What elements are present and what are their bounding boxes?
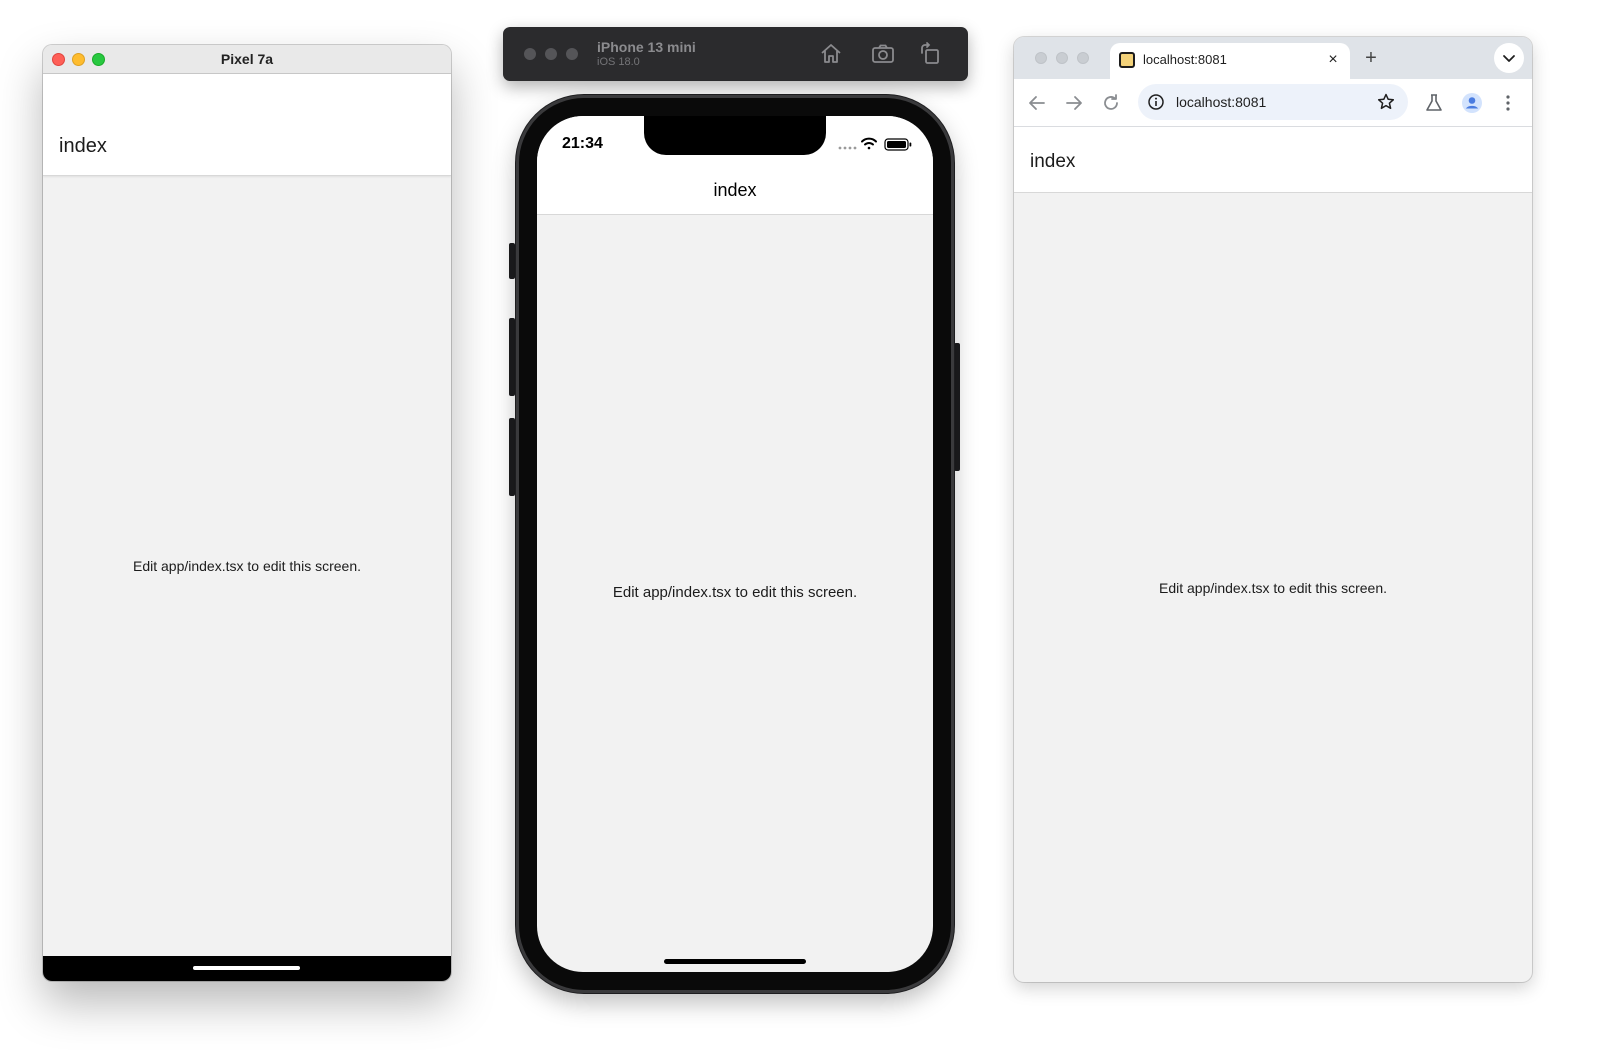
android-navigation-bar: [43, 956, 451, 981]
forward-icon[interactable]: [1062, 91, 1086, 115]
iphone-notch: [644, 116, 826, 155]
signal-dots-icon: [838, 146, 857, 150]
web-app-header: index: [1014, 127, 1532, 193]
iphone-screen: 21:34 index Edit app/index.tsx to edit t…: [537, 116, 933, 972]
browser-tab[interactable]: localhost:8081 ×: [1110, 43, 1350, 79]
simulator-os-version: iOS 18.0: [597, 56, 640, 68]
chrome-tab-strip: localhost:8081 × +: [1014, 37, 1532, 79]
android-window-title: Pixel 7a: [220, 51, 274, 67]
ios-status-icons: [837, 136, 921, 152]
web-body-text: Edit app/index.tsx to edit this screen.: [1158, 580, 1387, 596]
tab-search-icon[interactable]: [1494, 43, 1524, 73]
reload-icon[interactable]: [1099, 91, 1123, 115]
iphone-volume-down-button[interactable]: [509, 418, 515, 496]
address-bar[interactable]: localhost:8081: [1138, 84, 1408, 120]
iphone-side-button[interactable]: [954, 343, 960, 471]
address-text: localhost:8081: [1176, 94, 1267, 110]
android-body-text: Edit app/index.tsx to edit this screen.: [132, 558, 361, 574]
simulator-minimize-button[interactable]: [545, 48, 557, 60]
android-emulator-window: Pixel 7a index Edit app/index.tsx to edi…: [43, 45, 451, 981]
simulator-zoom-button[interactable]: [566, 48, 578, 60]
chrome-browser-window: localhost:8081 × + localhost:8081 index …: [1014, 37, 1532, 982]
chrome-close-window-button[interactable]: [1035, 52, 1047, 64]
profile-icon[interactable]: [1460, 91, 1484, 115]
android-app-header: index: [43, 74, 451, 176]
screenshot-icon[interactable]: [870, 41, 896, 67]
ios-body-text: Edit app/index.tsx to edit this screen.: [612, 584, 858, 601]
favicon-icon: [1119, 52, 1135, 68]
ios-home-indicator[interactable]: [664, 959, 806, 964]
chrome-minimize-window-button[interactable]: [1056, 52, 1068, 64]
rotate-icon[interactable]: [917, 41, 943, 67]
labs-icon[interactable]: [1422, 91, 1446, 115]
simulator-device-name: iPhone 13 mini: [597, 39, 696, 55]
home-icon[interactable]: [818, 41, 844, 67]
back-icon[interactable]: [1025, 91, 1049, 115]
iphone-volume-up-button[interactable]: [509, 318, 515, 396]
ios-simulator-toolbar: iPhone 13 mini iOS 18.0: [503, 27, 968, 81]
android-header-title: index: [59, 135, 107, 157]
iphone-mute-switch[interactable]: [509, 243, 515, 279]
chrome-toolbar: localhost:8081: [1014, 79, 1532, 127]
wifi-icon: [861, 137, 877, 150]
menu-icon[interactable]: [1496, 91, 1520, 115]
chrome-zoom-window-button[interactable]: [1077, 52, 1089, 64]
ios-status-time: 21:34: [562, 135, 603, 152]
new-tab-button[interactable]: +: [1358, 46, 1384, 72]
close-tab-button[interactable]: ×: [1322, 49, 1344, 71]
android-gesture-handle[interactable]: [193, 966, 300, 970]
star-icon[interactable]: [1376, 92, 1396, 112]
battery-icon: [884, 138, 912, 151]
web-header-title: index: [1030, 151, 1076, 172]
ios-header-title: index: [713, 180, 757, 200]
tab-title: localhost:8081: [1143, 52, 1227, 67]
simulator-close-button[interactable]: [524, 48, 536, 60]
ios-app-header: 21:34 index: [537, 116, 933, 215]
android-titlebar: Pixel 7a: [43, 45, 451, 74]
info-icon[interactable]: [1147, 93, 1165, 111]
